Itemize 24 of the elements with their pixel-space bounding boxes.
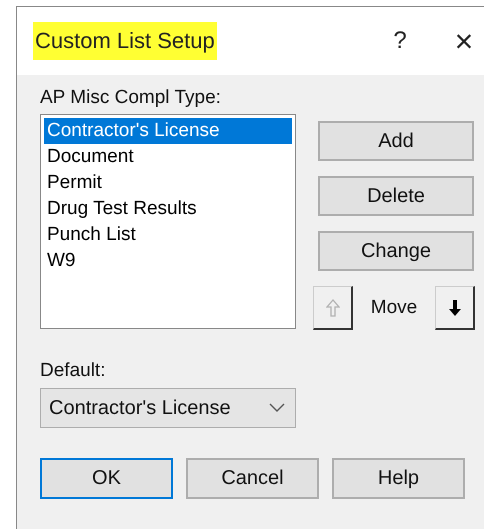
list-label: AP Misc Compl Type: (40, 87, 222, 109)
list-box[interactable]: Contractor's License Document Permit Drug Test Results Punch List W9 (40, 114, 296, 329)
down-arrow-icon (448, 298, 462, 316)
list-item[interactable]: W9 (44, 248, 292, 274)
list-item[interactable]: Drug Test Results (44, 196, 292, 222)
move-label: Move (370, 297, 418, 319)
help-button[interactable]: ? (380, 27, 420, 55)
action-button[interactable]: Add (318, 121, 474, 161)
action-button[interactable]: Change (318, 231, 474, 271)
list-item[interactable]: Document (44, 144, 292, 170)
dialog-button[interactable]: OK (40, 458, 173, 499)
up-arrow-icon (326, 298, 340, 316)
dialog-button[interactable]: Cancel (186, 458, 319, 499)
dialog-button[interactable]: Help (332, 458, 465, 499)
window-title: Custom List Setup (33, 22, 217, 60)
default-label: Default: (40, 360, 106, 382)
list-item[interactable]: Permit (44, 170, 292, 196)
move-down-button[interactable] (435, 286, 475, 330)
action-button[interactable]: Delete (318, 176, 474, 216)
chevron-down-icon (269, 403, 285, 413)
default-dropdown[interactable]: Contractor's License (40, 388, 296, 428)
list-item[interactable]: Contractor's License (44, 118, 292, 144)
close-button[interactable]: × (444, 22, 484, 60)
list-item[interactable]: Punch List (44, 222, 292, 248)
